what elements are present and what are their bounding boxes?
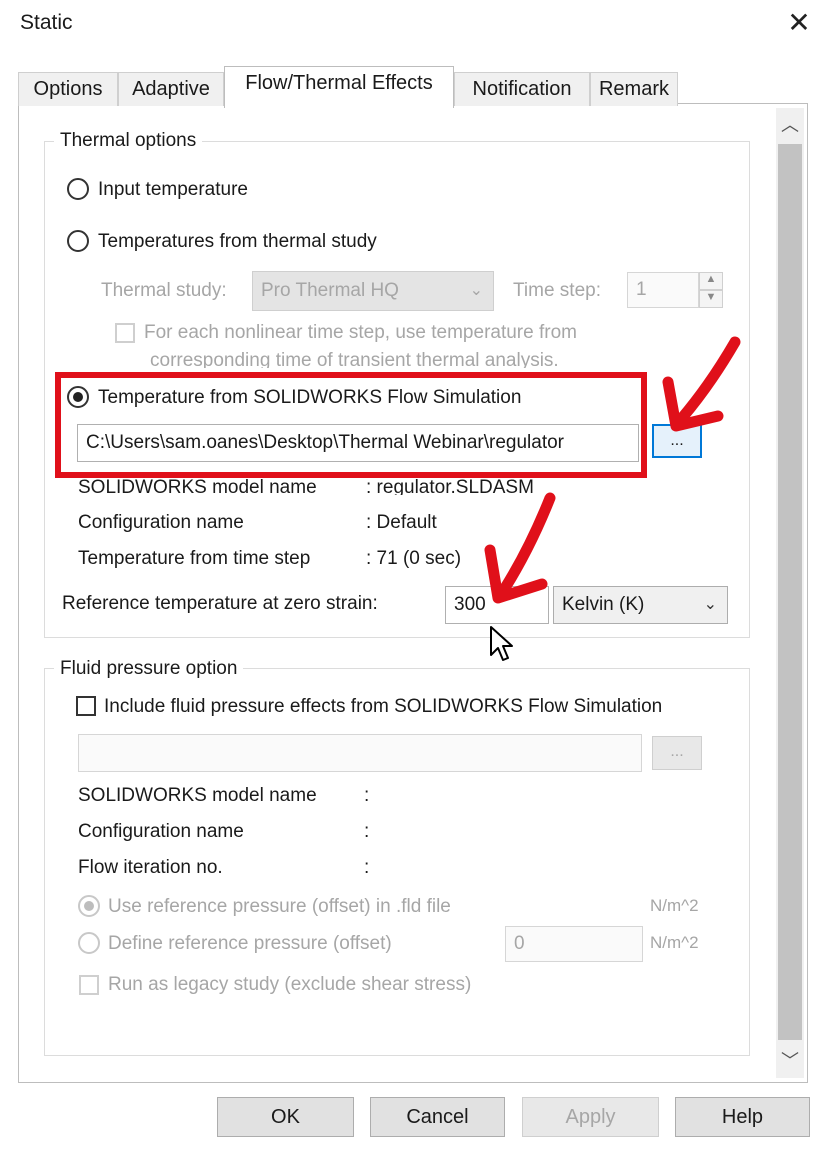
time-step-from-label: Temperature from time step (78, 548, 311, 569)
thermal-study-select: Pro Thermal HQ ⌄ (252, 271, 494, 311)
tab-options[interactable]: Options (18, 72, 118, 106)
apply-button: Apply (522, 1097, 659, 1137)
configuration-name-value: : Default (366, 512, 437, 533)
tab-remark[interactable]: Remark (590, 72, 678, 106)
ok-button[interactable]: OK (217, 1097, 354, 1137)
configuration-name-label: Configuration name (78, 512, 244, 533)
thermal-study-radio[interactable] (67, 230, 89, 252)
legacy-study-checkbox (79, 975, 99, 995)
include-fluid-pressure-checkbox[interactable] (76, 696, 96, 716)
scroll-down-icon[interactable]: ﹀ (776, 1044, 804, 1078)
tab-strip: Options Adaptive Flow/Thermal Effects No… (18, 66, 808, 108)
reference-temperature-label: Reference temperature at zero strain: (62, 593, 378, 614)
fluid-model-name-label: SOLIDWORKS model name (78, 785, 317, 806)
time-step-from-value: : 71 (0 sec) (366, 548, 462, 569)
input-temperature-label: Input temperature (98, 179, 248, 200)
pressure-unit-2: N/m^2 (650, 933, 699, 952)
temperature-unit-value: Kelvin (K) (562, 594, 645, 615)
reference-pressure-offset-input: 0 (505, 926, 643, 962)
use-reference-pressure-label: Use reference pressure (offset) in .fld … (108, 896, 451, 917)
help-button[interactable]: Help (675, 1097, 810, 1137)
use-reference-pressure-radio (78, 895, 100, 917)
fluid-pressure-label: Fluid pressure option (54, 658, 244, 680)
pressure-unit-1: N/m^2 (650, 896, 699, 915)
nonlinear-time-step-checkbox (115, 323, 135, 343)
thermal-study-option-label: Temperatures from thermal study (98, 231, 377, 252)
fluid-model-name-colon: : (364, 785, 370, 806)
input-temperature-radio[interactable] (67, 178, 89, 200)
tab-flow-thermal-effects[interactable]: Flow/Thermal Effects (224, 66, 454, 108)
flow-iteration-label: Flow iteration no. (78, 857, 223, 878)
fluid-file-path-input (78, 734, 642, 772)
chevron-down-icon: ⌄ (703, 596, 717, 613)
fluid-configuration-colon: : (364, 821, 370, 842)
title-bar: Static ✕ (0, 0, 825, 52)
nonlinear-label-line2: corresponding time of transient thermal … (150, 350, 559, 368)
close-icon[interactable]: ✕ (784, 8, 814, 38)
flow-iteration-colon: : (364, 857, 370, 878)
model-name-label: SOLIDWORKS model name (78, 477, 317, 495)
tab-adaptive[interactable]: Adaptive (118, 72, 224, 106)
spin-down-icon: ▼ (699, 290, 723, 308)
window-title: Static (20, 11, 73, 34)
scroll-thumb[interactable] (778, 144, 802, 1040)
annotation-highlight-box (55, 372, 647, 478)
scroll-up-icon[interactable]: ︿ (776, 108, 804, 142)
annotation-arrow-icon (662, 336, 741, 432)
cancel-button[interactable]: Cancel (370, 1097, 505, 1137)
time-step-input: 1 (627, 272, 699, 308)
nonlinear-label-line1: For each nonlinear time step, use temper… (144, 322, 577, 343)
spin-up-icon: ▲ (699, 272, 723, 290)
fluid-configuration-label: Configuration name (78, 821, 244, 842)
define-reference-pressure-label: Define reference pressure (offset) (108, 933, 392, 954)
thermal-options-label: Thermal options (54, 130, 203, 152)
tab-notification[interactable]: Notification (454, 72, 590, 106)
time-step-label: Time step: (513, 280, 601, 301)
fluid-browse-button: ... (652, 736, 702, 770)
define-reference-pressure-radio (78, 932, 100, 954)
legacy-study-label: Run as legacy study (exclude shear stres… (108, 974, 472, 995)
chevron-down-icon: ⌄ (469, 282, 483, 299)
thermal-study-value: Pro Thermal HQ (261, 280, 399, 301)
thermal-study-label: Thermal study: (101, 280, 227, 301)
temperature-unit-select[interactable]: Kelvin (K) ⌄ (553, 586, 728, 624)
include-fluid-pressure-label: Include fluid pressure effects from SOLI… (104, 696, 663, 717)
mouse-cursor-icon (490, 626, 513, 661)
annotation-arrow-icon (484, 492, 556, 604)
